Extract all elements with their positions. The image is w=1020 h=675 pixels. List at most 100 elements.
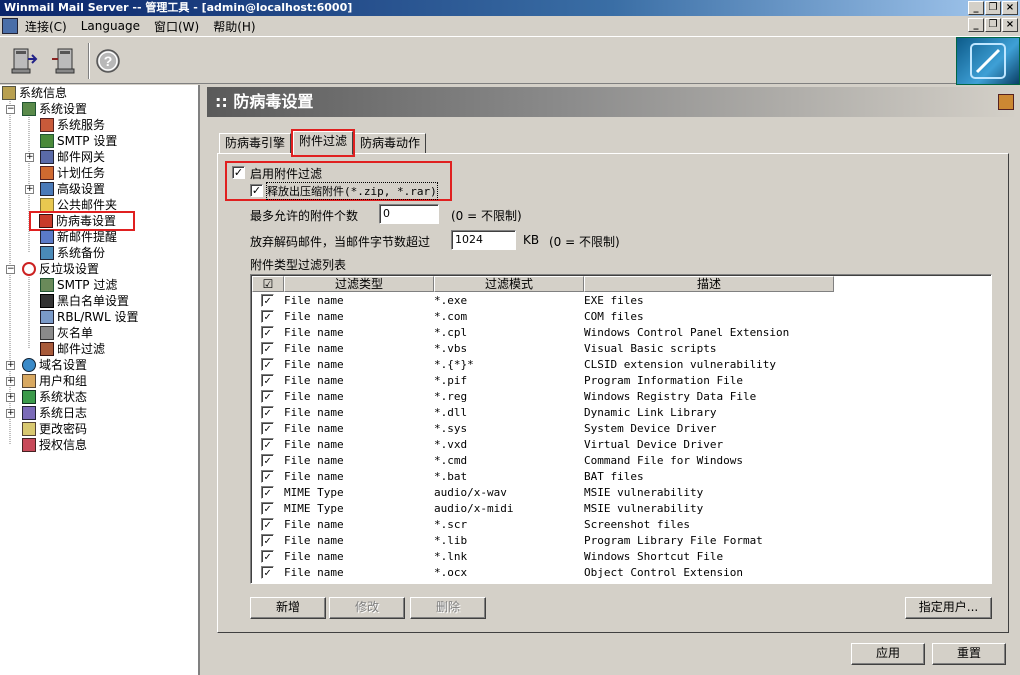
row-checkbox[interactable]: ✓	[261, 518, 274, 531]
mdi-restore-button[interactable]: ❐	[985, 18, 1001, 32]
table-row[interactable]: ✓ MIME Type audio/x-midi MSIE vulnerability	[251, 501, 991, 517]
release-archives-checkbox[interactable]: ✓	[250, 184, 263, 197]
apply-button[interactable]: 应用	[851, 643, 925, 665]
restore-button[interactable]: ❐	[985, 1, 1001, 15]
expand-icon[interactable]: +	[6, 409, 15, 418]
tree-item-public-folders[interactable]: 公共邮件夹	[40, 197, 117, 213]
tab-antivirus-action[interactable]: 防病毒动作	[354, 133, 427, 154]
table-row[interactable]: ✓ File name *.lib Program Library File Form…	[251, 533, 991, 549]
mdi-minimize-button[interactable]: _	[968, 18, 984, 32]
menu-help[interactable]: 帮助(H)	[209, 18, 265, 35]
table-row[interactable]: ✓ File name *.exe EXE files	[251, 293, 991, 309]
tree-item-system-log[interactable]: 系统日志	[22, 405, 87, 421]
table-row[interactable]: ✓ File name *.{*}* CLSID extension vulnerab…	[251, 357, 991, 373]
tree-item-license-info[interactable]: 授权信息	[22, 437, 87, 453]
skip-decode-input[interactable]: 1024	[451, 230, 516, 250]
row-checkbox[interactable]: ✓	[261, 422, 274, 435]
mdi-close-button[interactable]: ×	[1002, 18, 1018, 32]
expand-icon[interactable]: +	[6, 377, 15, 386]
expand-icon[interactable]: +	[6, 393, 15, 402]
table-row[interactable]: ✓ File name *.com COM files	[251, 309, 991, 325]
row-checkbox[interactable]: ✓	[261, 342, 274, 355]
tab-antivirus-engine[interactable]: 防病毒引擎	[219, 133, 292, 154]
menu-language[interactable]: Language	[77, 19, 150, 33]
tree-item-black-white-list[interactable]: 黑白名单设置	[40, 293, 129, 309]
tree-item-system-info[interactable]: 系统信息	[2, 85, 67, 101]
row-checkbox[interactable]: ✓	[261, 566, 274, 579]
tree-item-smtp-filter[interactable]: SMTP 过滤	[40, 277, 117, 293]
collapse-icon[interactable]: −	[6, 265, 15, 274]
collapse-icon[interactable]: −	[6, 105, 15, 114]
row-checkbox[interactable]: ✓	[261, 406, 274, 419]
table-row[interactable]: ✓ File name *.reg Windows Registry Data Fil…	[251, 389, 991, 405]
tree-item-mail-gateway[interactable]: 邮件网关	[40, 149, 105, 165]
tree-item-system-status[interactable]: 系统状态	[22, 389, 87, 405]
enable-filter-checkbox[interactable]: ✓	[232, 166, 245, 179]
table-row[interactable]: ✓ File name *.dll Dynamic Link Library	[251, 405, 991, 421]
tree-item-system-settings[interactable]: 系统设置	[22, 101, 87, 117]
close-button[interactable]: ×	[1002, 1, 1018, 15]
row-checkbox[interactable]: ✓	[261, 486, 274, 499]
row-checkbox[interactable]: ✓	[261, 390, 274, 403]
tab-attachment-filter[interactable]: 附件过滤	[290, 129, 356, 157]
row-checkbox[interactable]: ✓	[261, 438, 274, 451]
expand-icon[interactable]: +	[25, 153, 34, 162]
minimize-button[interactable]: _	[968, 1, 984, 15]
tree-item-users-groups[interactable]: 用户和组	[22, 373, 87, 389]
add-button[interactable]: 新增	[250, 597, 326, 619]
row-checkbox[interactable]: ✓	[261, 454, 274, 467]
row-checkbox[interactable]: ✓	[261, 470, 274, 483]
table-row[interactable]: ✓ File name *.ocx Object Control Extension	[251, 565, 991, 581]
edit-button[interactable]: 修改	[329, 597, 405, 619]
tree-item-new-mail-alert[interactable]: 新邮件提醒	[40, 229, 117, 245]
assign-users-button[interactable]: 指定用户...	[905, 597, 992, 619]
tree-item-domain-settings[interactable]: 域名设置	[22, 357, 87, 373]
tree-item-antivirus-settings[interactable]: 防病毒设置	[29, 211, 135, 231]
row-checkbox[interactable]: ✓	[261, 326, 274, 339]
table-row[interactable]: ✓ MIME Type audio/x-wav MSIE vulnerability	[251, 485, 991, 501]
row-checkbox[interactable]: ✓	[261, 374, 274, 387]
table-row[interactable]: ✓ File name *.lnk Windows Shortcut File	[251, 549, 991, 565]
tree-item-scheduled-tasks[interactable]: 计划任务	[40, 165, 105, 181]
expand-icon[interactable]: +	[6, 361, 15, 370]
tree-item-mail-filter[interactable]: 邮件过滤	[40, 341, 105, 357]
filter-list[interactable]: ☑ 过滤类型 过滤模式 描述 ✓ File name *.exe EXE files ✓…	[250, 274, 992, 584]
tree-item-change-password[interactable]: 更改密码	[22, 421, 87, 437]
row-checkbox[interactable]: ✓	[261, 294, 274, 307]
table-row[interactable]: ✓ File name *.sys System Device Driver	[251, 421, 991, 437]
connect-button[interactable]	[8, 45, 40, 77]
tree-item-rbl-rwl-settings[interactable]: RBL/RWL 设置	[40, 309, 139, 325]
table-row[interactable]: ✓ File name *.cpl Windows Control Panel Ext…	[251, 325, 991, 341]
app-icon[interactable]	[2, 18, 18, 34]
column-header-filter-pattern[interactable]: 过滤模式	[434, 276, 584, 292]
tree-item-system-backup[interactable]: 系统备份	[40, 245, 105, 261]
disconnect-button[interactable]	[48, 45, 80, 77]
menu-connect[interactable]: 连接(C)	[21, 18, 77, 35]
row-checkbox[interactable]: ✓	[261, 502, 274, 515]
reset-button[interactable]: 重置	[932, 643, 1006, 665]
delete-button[interactable]: 删除	[410, 597, 486, 619]
table-row[interactable]: ✓ File name *.vbs Visual Basic scripts	[251, 341, 991, 357]
table-row[interactable]: ✓ File name *.pif Program Information File	[251, 373, 991, 389]
row-checkbox[interactable]: ✓	[261, 534, 274, 547]
row-filter-type: File name	[284, 550, 344, 563]
table-row[interactable]: ✓ File name *.vxd Virtual Device Driver	[251, 437, 991, 453]
expand-icon[interactable]: +	[25, 185, 34, 194]
tree-item-system-services[interactable]: 系统服务	[40, 117, 105, 133]
tree-item-greylist[interactable]: 灰名单	[40, 325, 93, 341]
table-row[interactable]: ✓ File name *.bat BAT files	[251, 469, 991, 485]
max-attachments-input[interactable]: 0	[379, 204, 439, 224]
tree-item-smtp-settings[interactable]: SMTP 设置	[40, 133, 117, 149]
row-checkbox[interactable]: ✓	[261, 310, 274, 323]
tree-item-advanced-settings[interactable]: 高级设置	[40, 181, 105, 197]
help-button[interactable]: ?	[94, 45, 126, 77]
tree-item-antispam-settings[interactable]: 反垃圾设置	[22, 261, 99, 277]
column-header-description[interactable]: 描述	[584, 276, 834, 292]
row-checkbox[interactable]: ✓	[261, 550, 274, 563]
header-check-all[interactable]: ☑	[252, 276, 284, 292]
row-checkbox[interactable]: ✓	[261, 358, 274, 371]
column-header-filter-type[interactable]: 过滤类型	[284, 276, 434, 292]
table-row[interactable]: ✓ File name *.cmd Command File for Windows	[251, 453, 991, 469]
table-row[interactable]: ✓ File name *.scr Screenshot files	[251, 517, 991, 533]
menu-window[interactable]: 窗口(W)	[150, 18, 209, 35]
